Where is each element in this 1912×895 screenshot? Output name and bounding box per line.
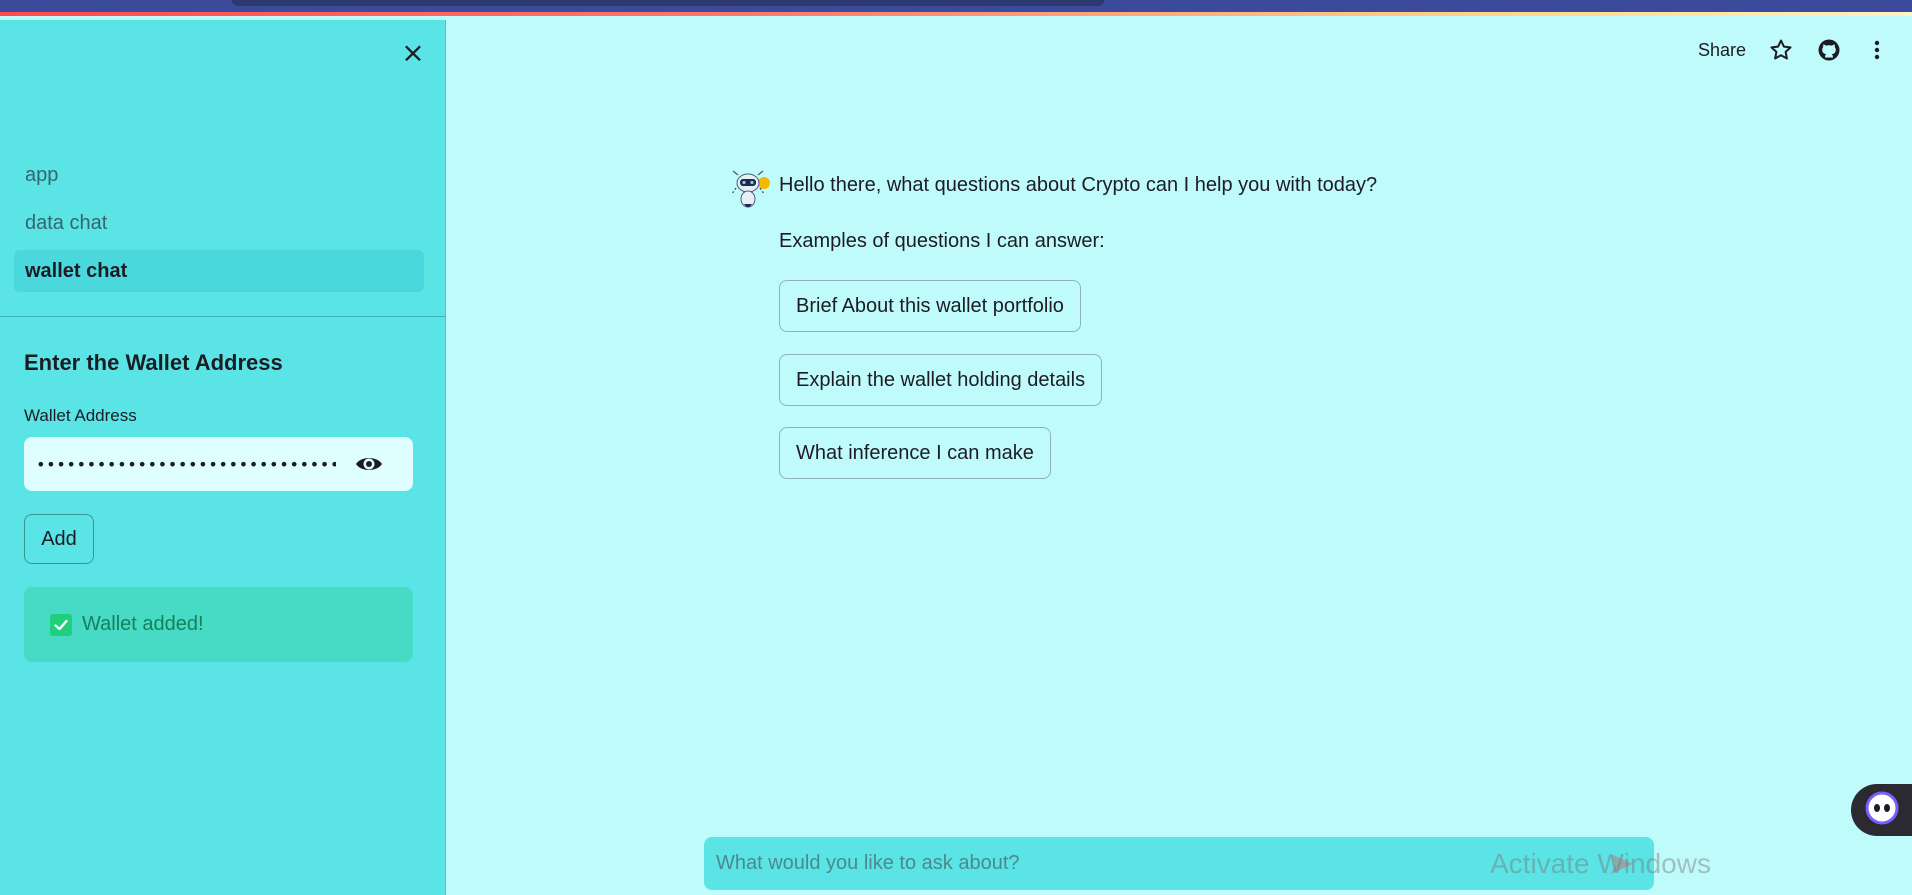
example-question-button[interactable]: Explain the wallet holding details [779, 354, 1103, 406]
sidebar: × app data chat wallet chat Enter the Wa… [0, 20, 446, 895]
wallet-address-value[interactable]: ••••••••••••••••••••••••••••••••••••••••… [36, 455, 336, 474]
success-alert: Wallet added! [24, 587, 413, 662]
chat-input[interactable] [704, 837, 1584, 890]
wallet-address-label: Wallet Address [24, 406, 137, 425]
github-icon[interactable] [1816, 37, 1842, 63]
sidebar-item-data-chat[interactable]: data chat [14, 202, 424, 244]
success-message: Wallet added! [82, 613, 204, 635]
sidebar-nav: app data chat wallet chat [14, 154, 424, 298]
wallet-address-field[interactable]: ••••••••••••••••••••••••••••••••••••••••… [24, 437, 413, 491]
browser-tabstrip [232, 0, 1104, 6]
floating-assistant-widget[interactable] [1851, 784, 1912, 836]
example-question-button[interactable]: What inference I can make [779, 427, 1051, 479]
sidebar-item-app[interactable]: app [14, 154, 424, 196]
share-button[interactable]: Share [1698, 40, 1746, 61]
examples-heading: Examples of questions I can answer: [779, 230, 1105, 252]
add-wallet-button[interactable]: Add [24, 514, 94, 564]
check-icon [50, 613, 72, 636]
assistant-greeting: Hello there, what questions about Crypto… [779, 174, 1378, 196]
app-accent-bar [0, 12, 1912, 16]
robot-avatar-icon [728, 166, 770, 212]
sidebar-divider [0, 316, 446, 317]
assistant-face-icon [1865, 791, 1899, 830]
send-icon[interactable] [1608, 850, 1636, 878]
star-icon[interactable] [1768, 37, 1794, 63]
app-toolbar: Share [1698, 20, 1912, 80]
close-sidebar-button[interactable]: × [398, 38, 428, 68]
sidebar-item-wallet-chat[interactable]: wallet chat [14, 250, 424, 292]
wallet-section-title: Enter the Wallet Address [24, 350, 283, 375]
more-vertical-icon[interactable] [1864, 37, 1890, 63]
browser-top-bar [0, 0, 1912, 16]
example-question-button[interactable]: Brief About this wallet portfolio [779, 280, 1081, 332]
chat-input-container [704, 837, 1654, 890]
eye-icon[interactable] [354, 449, 384, 479]
